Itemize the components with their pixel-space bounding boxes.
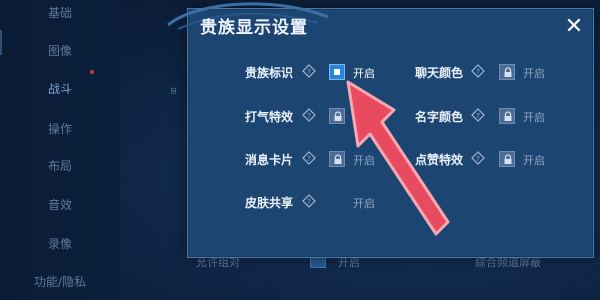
sidebar-edge-line <box>0 30 2 55</box>
row-label-chat-color: 聊天颜色 <box>415 66 464 80</box>
sidebar-item-image[interactable]: 图像 <box>30 42 90 59</box>
toggle-text-like-effect: 开启 <box>523 154 545 167</box>
row-label-name-color: 名字颜色 <box>415 110 464 124</box>
svg-text:?: ? <box>307 68 311 76</box>
close-button[interactable]: ✕ <box>562 15 586 39</box>
notification-dot <box>90 70 94 74</box>
row-label-cheer-effect: 打气特效 <box>245 110 294 124</box>
row-label-skin-share: 皮肤共享 <box>245 196 294 210</box>
sidebar-item-basic[interactable]: 基础 <box>30 4 90 21</box>
help-diamond-icon[interactable]: ? <box>471 108 485 122</box>
sidebar-item-replay[interactable]: 录像 <box>30 235 90 252</box>
help-diamond-icon[interactable]: ? <box>471 151 485 165</box>
toggle-text-name-color: 开启 <box>523 111 545 124</box>
lock-icon <box>334 154 342 164</box>
sidebar-item-sound[interactable]: 音效 <box>30 196 90 213</box>
help-diamond-icon[interactable]: ? <box>302 194 316 208</box>
svg-text:?: ? <box>476 112 480 120</box>
svg-text:?: ? <box>476 155 480 163</box>
sidebar-item-combat[interactable]: 战斗 <box>30 80 90 97</box>
row-label-noble-badge: 贵族标识 <box>245 66 294 80</box>
toggle-text-chat-color: 开启 <box>523 67 545 80</box>
sidebar-item-privacy[interactable]: 功能/隐私 <box>30 273 90 290</box>
sidebar-item-layout[interactable]: 布局 <box>30 157 90 174</box>
help-diamond-icon[interactable]: ? <box>302 64 316 78</box>
lock-icon <box>504 67 512 77</box>
svg-text:?: ? <box>307 112 311 120</box>
dialog-title: 贵族显示设置 <box>200 18 308 38</box>
svg-text:?: ? <box>307 155 311 163</box>
toggle-chat-color[interactable] <box>499 64 515 80</box>
toggle-message-card[interactable] <box>329 151 345 167</box>
toggle-like-effect[interactable] <box>499 151 515 167</box>
toggle-text-skin-share: 开启 <box>353 197 375 210</box>
toggle-text-noble-badge: 开启 <box>353 67 375 80</box>
row-label-message-card: 消息卡片 <box>245 153 294 167</box>
help-diamond-icon[interactable]: ? <box>302 151 316 165</box>
svg-text:?: ? <box>476 68 480 76</box>
toggle-name-color[interactable] <box>499 108 515 124</box>
lock-icon <box>334 111 342 121</box>
noble-display-settings-dialog: 贵族显示设置 ✕ 贵族标识 ? 开启 聊天颜色 ? 开启 打气特效 ? 开启 名… <box>167 2 594 258</box>
background-tag: 自 <box>170 87 177 95</box>
toggle-cheer-effect[interactable] <box>329 108 345 124</box>
toggle-text-cheer-effect: 开启 <box>353 111 375 124</box>
lock-icon <box>504 154 512 164</box>
help-diamond-icon[interactable]: ? <box>471 64 485 78</box>
help-diamond-icon[interactable]: ? <box>302 108 316 122</box>
settings-sidebar: 基础 图像 战斗 操作 布局 音效 录像 功能/隐私 <box>0 0 120 300</box>
svg-text:?: ? <box>307 198 311 206</box>
row-label-like-effect: 点赞特效 <box>415 153 464 167</box>
toggle-noble-badge[interactable] <box>329 64 345 80</box>
toggle-text-message-card: 开启 <box>353 154 375 167</box>
lock-icon <box>504 111 512 121</box>
sidebar-item-controls[interactable]: 操作 <box>30 120 90 137</box>
